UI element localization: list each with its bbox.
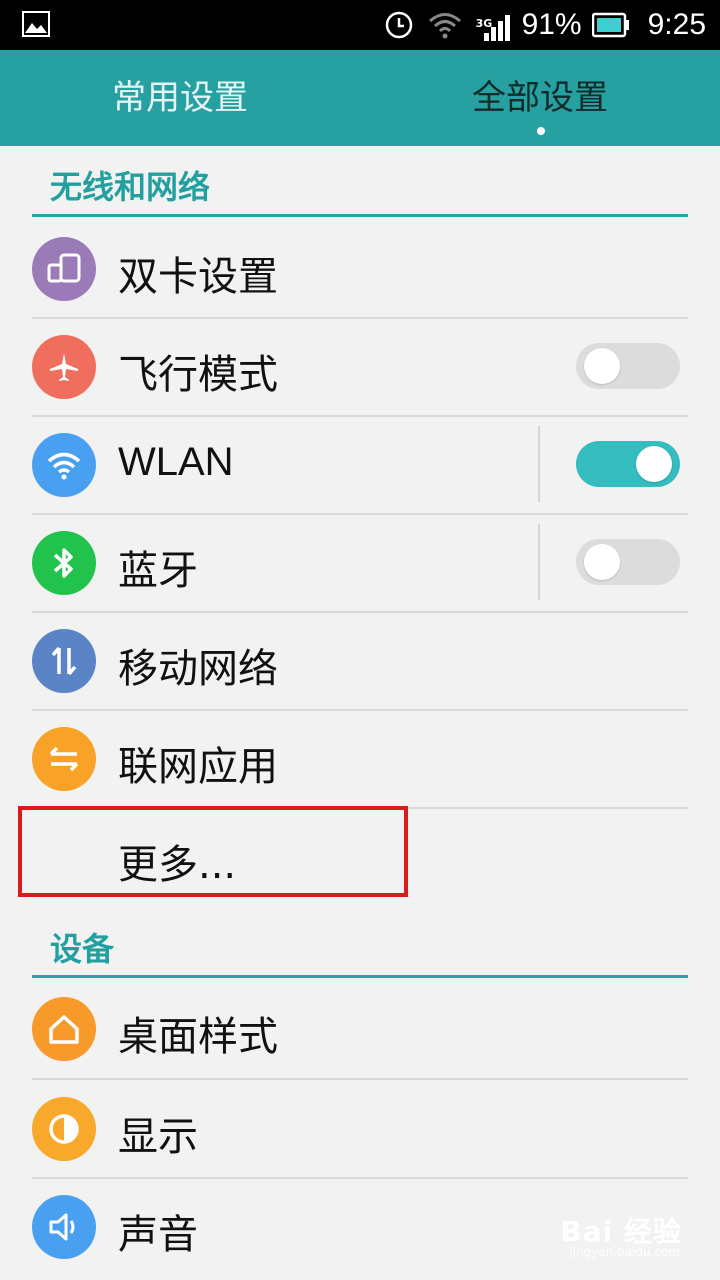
home-icon bbox=[32, 997, 96, 1061]
row-airplane-mode[interactable]: 飞行模式 bbox=[0, 318, 720, 416]
sound-icon bbox=[32, 1195, 96, 1259]
section-divider-wireless bbox=[32, 214, 688, 217]
settings-tab-bar: 常用设置 全部设置 bbox=[0, 50, 720, 146]
row-label-dual-sim: 双卡设置 bbox=[118, 254, 278, 300]
toggle-knob bbox=[584, 348, 620, 384]
alarm-icon bbox=[385, 11, 412, 39]
signal-icon bbox=[483, 15, 510, 41]
battery-percent: 91% bbox=[521, 8, 582, 41]
bluetooth-toggle[interactable] bbox=[576, 539, 680, 585]
highlight-annotation-box bbox=[18, 806, 408, 897]
section-title-device: 设备 bbox=[50, 930, 115, 968]
bluetooth-icon bbox=[32, 531, 96, 595]
row-network-apps[interactable]: 联网应用 bbox=[0, 710, 720, 808]
active-tab-indicator bbox=[537, 127, 545, 135]
dual-sim-icon bbox=[32, 237, 96, 301]
status-bar: 3G 91% 9:25 bbox=[0, 0, 720, 50]
row-label-network-apps: 联网应用 bbox=[118, 744, 278, 790]
section-title-wireless: 无线和网络 bbox=[50, 168, 211, 206]
row-label-desktop-style: 桌面样式 bbox=[118, 1014, 278, 1060]
row-bluetooth[interactable]: 蓝牙 bbox=[0, 514, 720, 612]
signal-indicator: 3G bbox=[476, 5, 512, 45]
row-desktop-style[interactable]: 桌面样式 bbox=[0, 980, 720, 1078]
vertical-divider bbox=[538, 524, 540, 600]
row-label-bluetooth: 蓝牙 bbox=[118, 548, 198, 594]
row-label-mobile-network: 移动网络 bbox=[118, 646, 278, 692]
airplane-icon bbox=[32, 335, 96, 399]
mobile-data-icon bbox=[32, 629, 96, 693]
tab-common-settings[interactable]: 常用设置 bbox=[0, 50, 360, 146]
baidu-watermark-url: jingyan.baidu.com bbox=[569, 1245, 680, 1259]
network-apps-icon bbox=[32, 727, 96, 791]
row-display[interactable]: 显示 bbox=[0, 1080, 720, 1178]
row-dual-sim[interactable]: 双卡设置 bbox=[0, 220, 720, 318]
wifi-icon bbox=[32, 433, 96, 497]
row-mobile-network[interactable]: 移动网络 bbox=[0, 612, 720, 710]
vertical-divider bbox=[538, 426, 540, 502]
toggle-knob bbox=[636, 446, 672, 482]
display-icon bbox=[32, 1097, 96, 1161]
toggle-knob bbox=[584, 544, 620, 580]
image-icon bbox=[22, 11, 50, 37]
battery-icon bbox=[591, 12, 629, 38]
section-divider-device bbox=[32, 975, 688, 978]
row-wlan[interactable]: WLAN bbox=[0, 416, 720, 514]
baidu-watermark: Bai 经验 bbox=[560, 1215, 682, 1248]
row-label-airplane: 飞行模式 bbox=[118, 352, 278, 398]
airplane-mode-toggle[interactable] bbox=[576, 343, 680, 389]
row-label-sound: 声音 bbox=[118, 1212, 198, 1258]
row-label-wlan: WLAN bbox=[118, 440, 234, 484]
wifi-icon bbox=[428, 13, 461, 39]
wlan-toggle[interactable] bbox=[576, 441, 680, 487]
clock-time: 9:25 bbox=[647, 8, 706, 41]
row-label-display: 显示 bbox=[118, 1114, 198, 1160]
